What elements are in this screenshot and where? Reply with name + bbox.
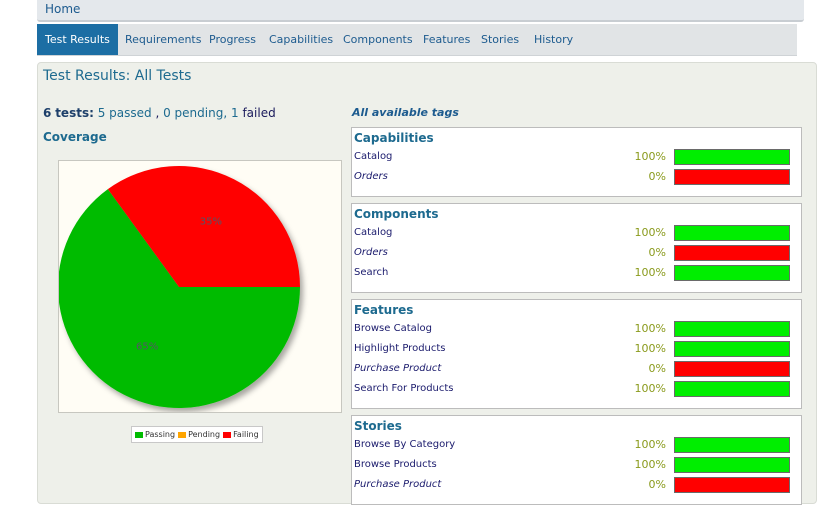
tag-group-features: Features Browse Catalog 100% Highlight Prod… xyxy=(351,299,802,409)
tag-row: Orders 0% xyxy=(352,244,801,264)
tag-link[interactable]: Highlight Products xyxy=(354,343,446,354)
tag-link[interactable]: Catalog xyxy=(354,227,392,238)
tag-percent: 0% xyxy=(648,170,666,183)
legend-label-failing: Failing xyxy=(233,430,259,439)
tag-progress-bar xyxy=(674,361,790,377)
tab-progress[interactable]: Progress xyxy=(209,24,256,55)
tag-row: Purchase Product 0% xyxy=(352,360,801,380)
test-count: 6 xyxy=(43,106,52,120)
pie-label-failing: 35% xyxy=(200,216,222,227)
coverage-chart: 65% 35% xyxy=(57,160,342,413)
tag-group-stories: Stories Browse By Category 100% Browse Prod… xyxy=(351,415,802,505)
tag-group-capabilities: Capabilities Catalog 100% Orders 0% xyxy=(351,127,802,197)
tab-components[interactable]: Components xyxy=(343,24,413,55)
coverage-title: Coverage xyxy=(43,130,107,144)
legend-item-failing: Failing xyxy=(223,430,259,439)
tag-row: Purchase Product 0% xyxy=(352,476,801,496)
test-summary: 6 tests: 5 passed , 0 pending, 1 failed xyxy=(43,106,276,120)
legend-item-pending: Pending xyxy=(178,430,220,439)
tab-history[interactable]: History xyxy=(534,24,573,55)
main-tabs: Test Results Requirements Progress Capabili… xyxy=(37,24,797,56)
passed-link[interactable]: 5 passed xyxy=(98,106,152,120)
tag-group-title: Features xyxy=(354,303,414,317)
tag-progress-bar xyxy=(674,381,790,397)
legend-swatch-pending xyxy=(178,431,187,438)
tag-group-title: Stories xyxy=(354,419,402,433)
tag-progress-bar xyxy=(674,457,790,473)
tag-row: Catalog 100% xyxy=(352,148,801,168)
tag-group-title: Components xyxy=(354,207,439,221)
tag-progress-bar xyxy=(674,225,790,241)
tag-row: Browse Products 100% xyxy=(352,456,801,476)
pie-label-passing: 65% xyxy=(136,342,158,353)
tag-link[interactable]: Catalog xyxy=(354,151,392,162)
tests-label: tests: xyxy=(55,106,94,120)
tag-row: Browse Catalog 100% xyxy=(352,320,801,340)
all-tags-heading: All available tags xyxy=(352,106,459,119)
tag-row: Orders 0% xyxy=(352,168,801,188)
pending-link[interactable]: 0 pending, xyxy=(163,106,227,120)
failed-count-link[interactable]: 1 xyxy=(231,106,239,120)
tag-percent: 100% xyxy=(634,322,666,335)
tag-percent: 0% xyxy=(648,246,666,259)
tag-link[interactable]: Search xyxy=(354,267,388,278)
tab-features[interactable]: Features xyxy=(423,24,470,55)
tag-progress-bar xyxy=(674,245,790,261)
tag-percent: 100% xyxy=(634,150,666,163)
tag-progress-bar xyxy=(674,169,790,185)
tag-progress-bar xyxy=(674,265,790,281)
tag-percent: 100% xyxy=(634,266,666,279)
legend-label-pending: Pending xyxy=(188,430,221,439)
legend-swatch-failing xyxy=(223,431,232,438)
tag-link[interactable]: Browse Products xyxy=(354,459,437,470)
tab-capabilities[interactable]: Capabilities xyxy=(269,24,333,55)
tag-group-components: Components Catalog 100% Orders 0% Search 100% xyxy=(351,203,802,293)
chart-legend: Passing Pending Failing xyxy=(131,426,263,443)
tag-percent: 0% xyxy=(648,478,666,491)
tag-progress-bar xyxy=(674,149,790,165)
tag-percent: 100% xyxy=(634,438,666,451)
legend-item-passing: Passing xyxy=(135,430,175,439)
tag-percent: 0% xyxy=(648,362,666,375)
top-nav-bar: Home xyxy=(37,0,804,22)
tag-link[interactable]: Orders xyxy=(354,171,388,182)
tag-link[interactable]: Search For Products xyxy=(354,383,454,394)
tab-test-results[interactable]: Test Results xyxy=(37,24,118,55)
tag-progress-bar xyxy=(674,321,790,337)
tag-row: Browse By Category 100% xyxy=(352,436,801,456)
tag-percent: 100% xyxy=(634,342,666,355)
tag-progress-bar xyxy=(674,341,790,357)
legend-swatch-passing xyxy=(135,431,143,438)
home-link[interactable]: Home xyxy=(45,2,80,16)
tag-row: Catalog 100% xyxy=(352,224,801,244)
tab-stories[interactable]: Stories xyxy=(481,24,519,55)
tag-link[interactable]: Browse Catalog xyxy=(354,323,432,334)
coverage-pie-chart: 65% 35% xyxy=(57,166,300,408)
tag-link[interactable]: Purchase Product xyxy=(354,363,441,374)
tag-progress-bar xyxy=(674,437,790,453)
tag-link[interactable]: Purchase Product xyxy=(354,479,441,490)
tag-progress-bar xyxy=(674,477,790,493)
legend-label-passing: Passing xyxy=(145,430,176,439)
tag-link[interactable]: Orders xyxy=(354,247,388,258)
page-title: Test Results: All Tests xyxy=(43,68,192,84)
tab-requirements[interactable]: Requirements xyxy=(125,24,201,55)
tag-row: Highlight Products 100% xyxy=(352,340,801,360)
tag-percent: 100% xyxy=(634,458,666,471)
tag-group-title: Capabilities xyxy=(354,131,434,145)
tag-row: Search For Products 100% xyxy=(352,380,801,400)
tag-percent: 100% xyxy=(634,226,666,239)
tag-link[interactable]: Browse By Category xyxy=(354,439,455,450)
tag-row: Search 100% xyxy=(352,264,801,284)
tag-percent: 100% xyxy=(634,382,666,395)
failed-label: failed xyxy=(242,106,276,120)
